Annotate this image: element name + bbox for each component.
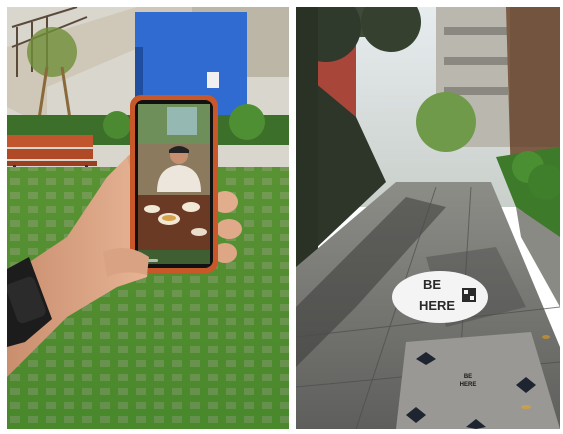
left-photo-scene xyxy=(7,7,289,429)
right-photo-scene: BE HERE BE HERE xyxy=(296,7,560,429)
courtyard-tree xyxy=(416,92,476,152)
plaque-text-here: HERE xyxy=(460,382,477,388)
disc-text-be: BE xyxy=(423,277,441,292)
disc-text-here: HERE xyxy=(419,298,455,313)
phone xyxy=(130,95,218,273)
left-photo xyxy=(7,7,289,429)
right-photo: BE HERE BE HERE xyxy=(296,7,560,429)
phone-screen-image xyxy=(138,104,210,264)
plaque-text-be: BE xyxy=(464,374,472,380)
be-here-disc: BE HERE xyxy=(392,271,488,323)
